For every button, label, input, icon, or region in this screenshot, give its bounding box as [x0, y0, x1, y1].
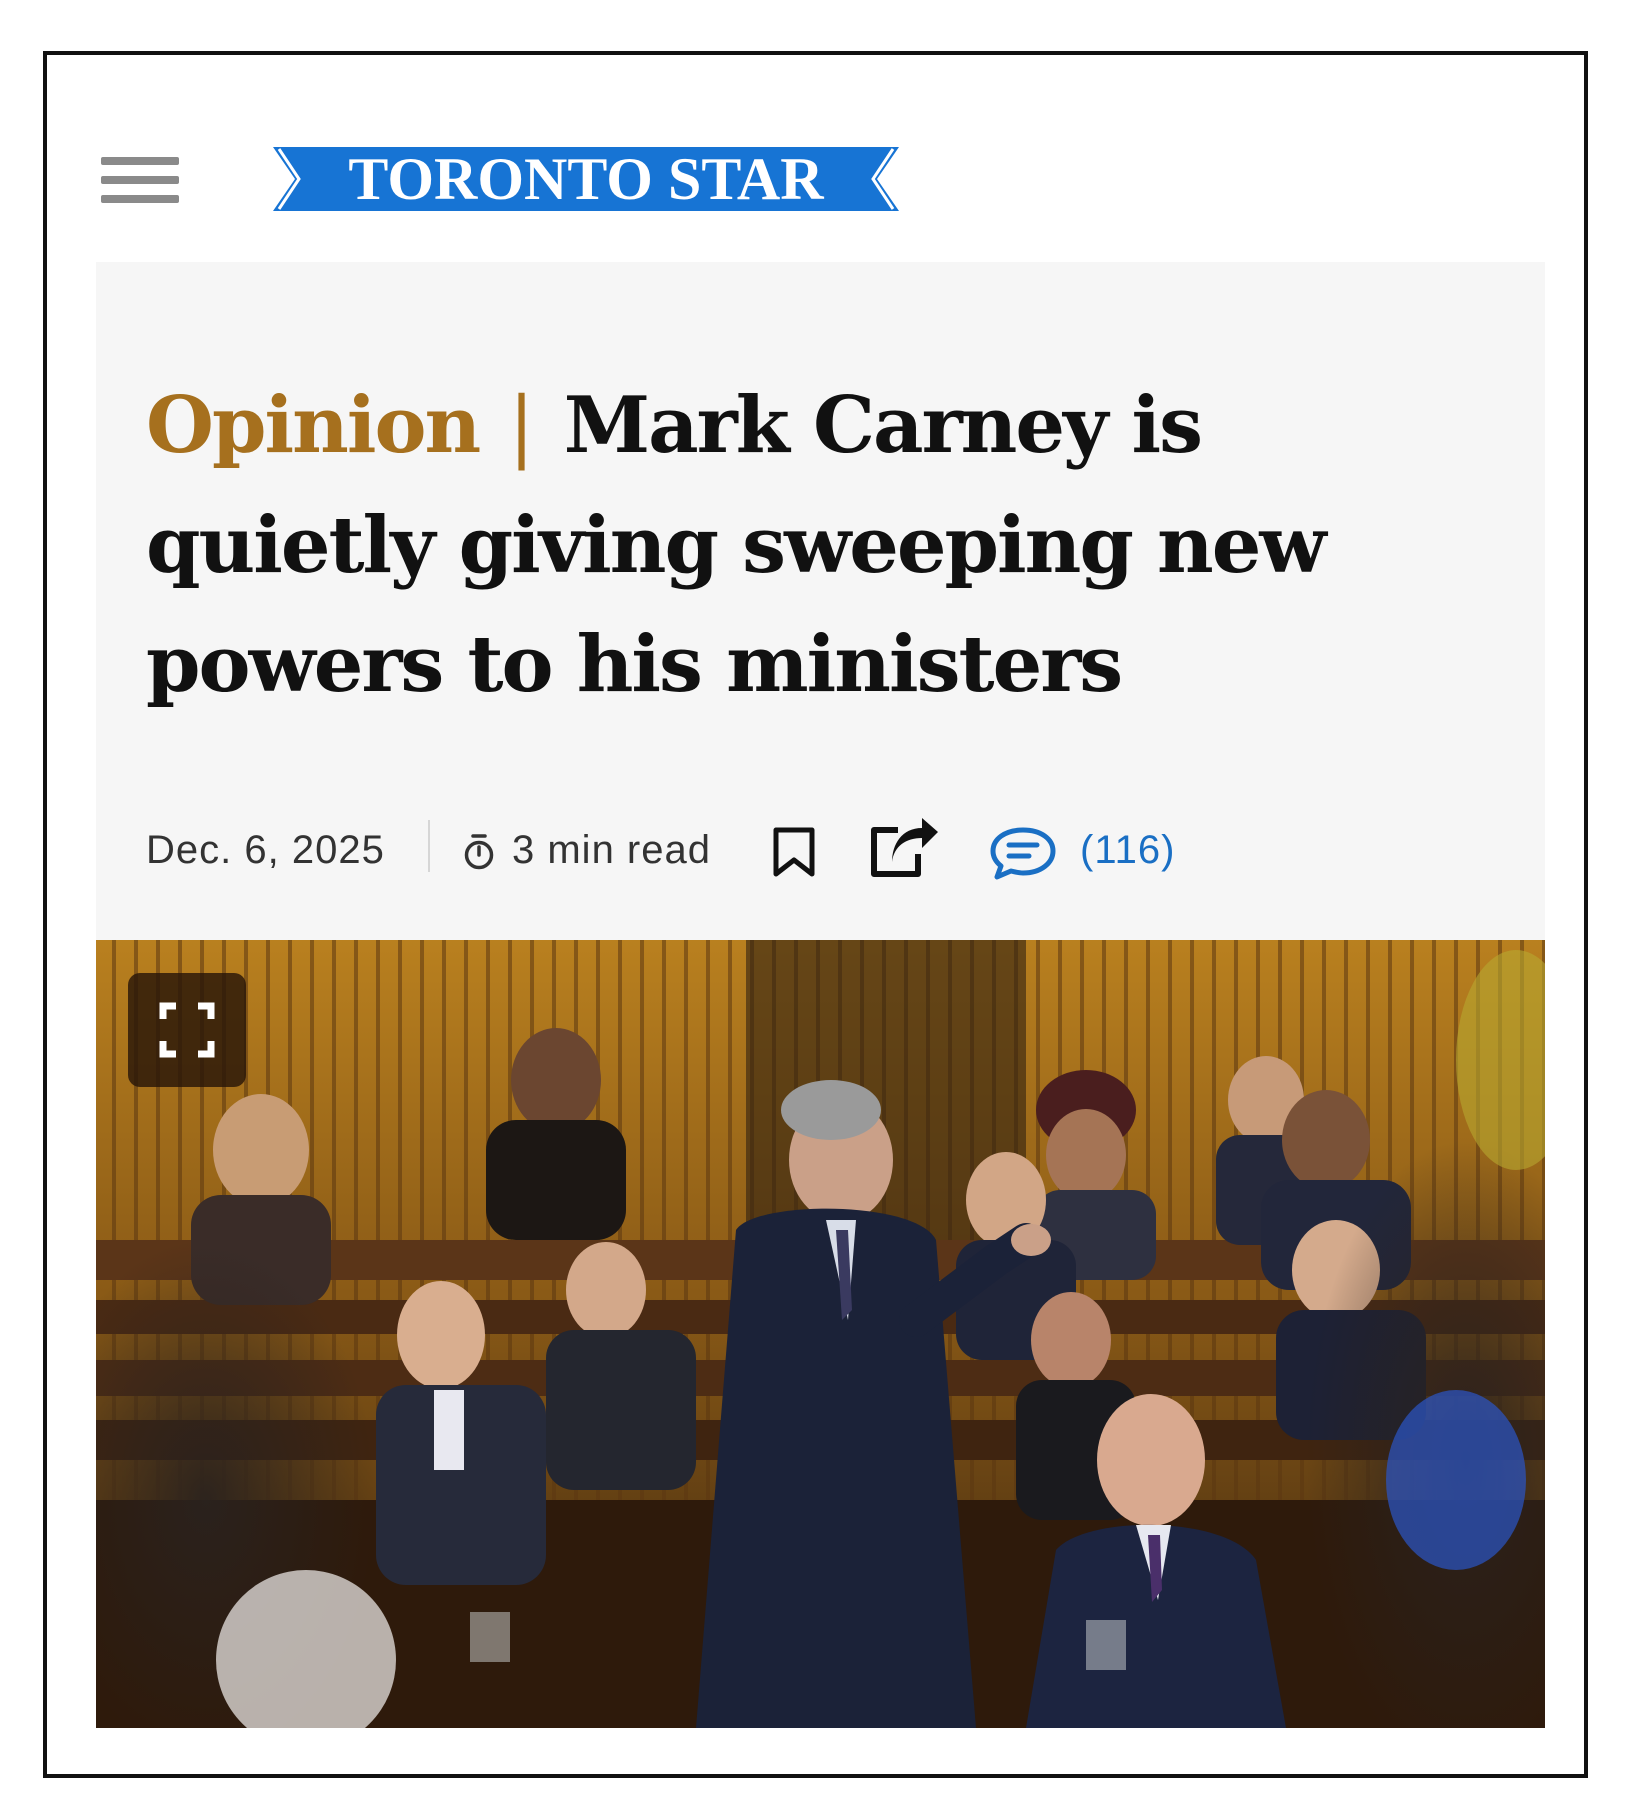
comment-bubble-icon[interactable] [988, 826, 1058, 880]
opinion-label[interactable]: Opinion [146, 380, 481, 471]
meta-divider [428, 820, 430, 872]
label-separator: | [508, 381, 534, 471]
headline-panel: Opinion | Mark Carney is quietly giving … [96, 262, 1545, 940]
logo-text: TORONTO STAR [348, 146, 824, 212]
timer-icon [464, 834, 494, 870]
share-icon[interactable] [868, 816, 942, 878]
publish-date: Dec. 6, 2025 [146, 828, 385, 872]
fullscreen-expand-button[interactable] [128, 973, 246, 1087]
fullscreen-expand-icon [159, 1002, 215, 1058]
bookmark-icon[interactable] [770, 826, 818, 878]
toronto-star-logo[interactable]: TORONTO STAR [273, 147, 899, 211]
article-meta: Dec. 6, 2025 3 min read (116) [146, 816, 1526, 880]
article-headline: Opinion | Mark Carney is quietly giving … [146, 366, 1506, 724]
article-hero-image[interactable] [96, 940, 1545, 1728]
house-of-commons-photo [96, 940, 1545, 1728]
comment-count[interactable]: (116) [1080, 828, 1175, 873]
hamburger-menu-icon[interactable] [101, 151, 179, 209]
read-time: 3 min read [512, 828, 711, 872]
site-header: TORONTO STAR [101, 144, 1501, 214]
